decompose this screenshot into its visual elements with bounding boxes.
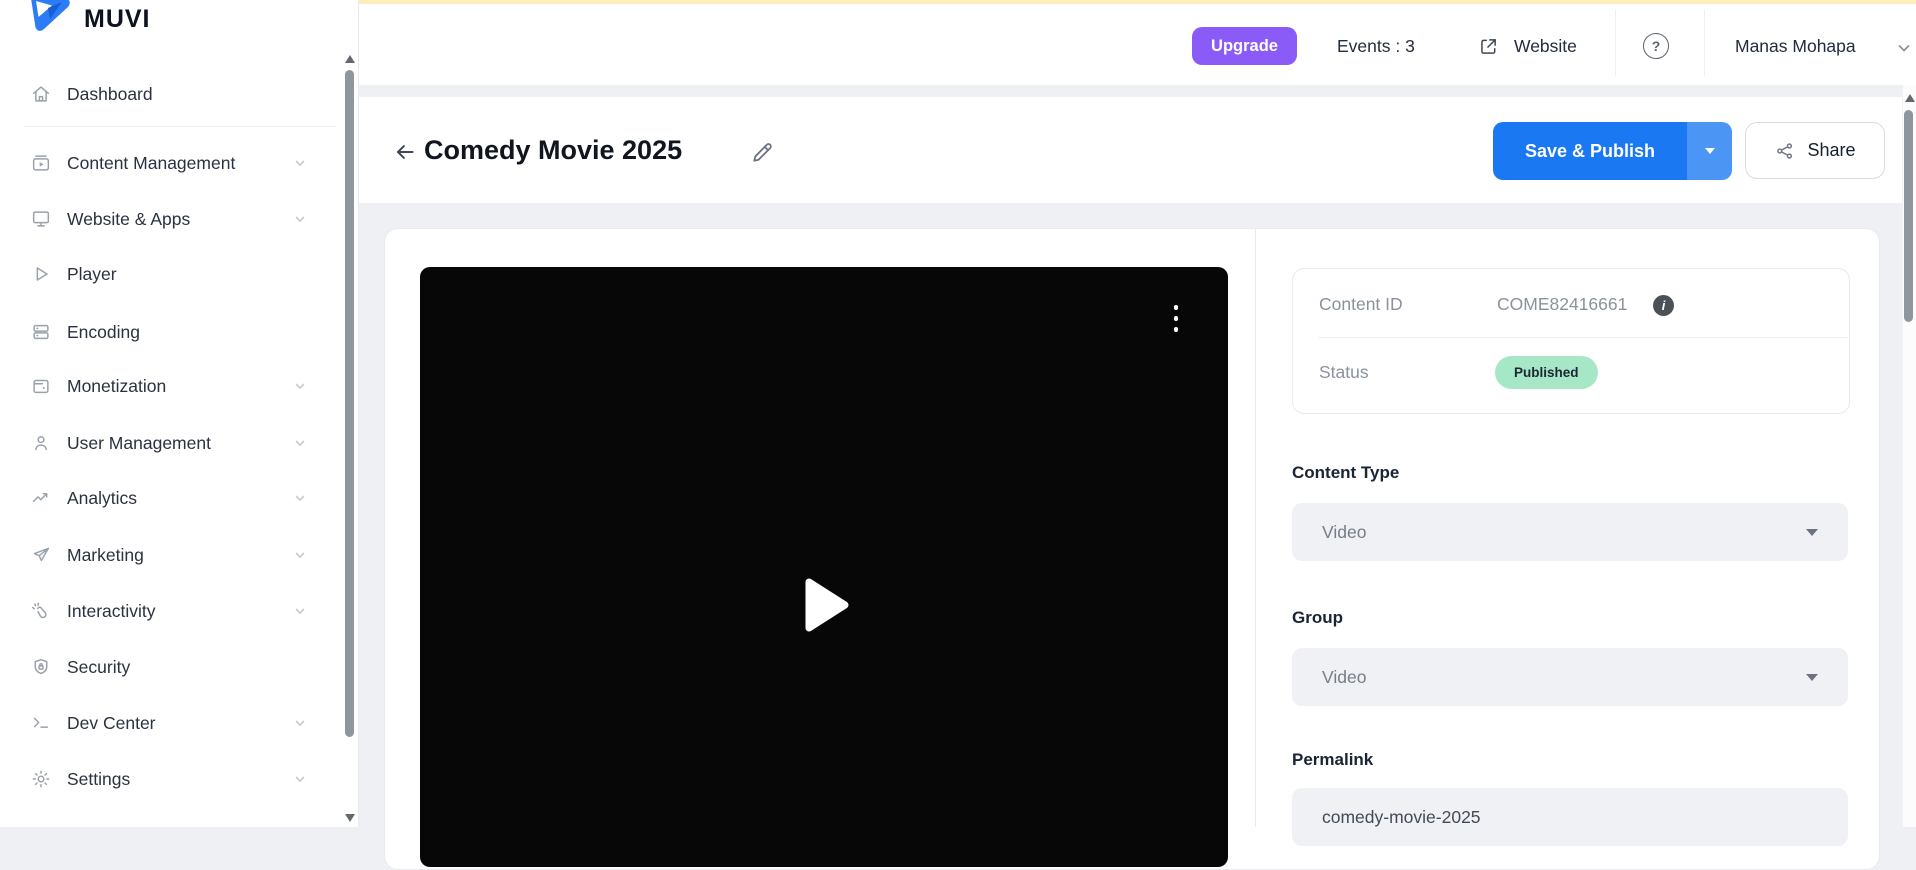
sidebar-item-marketing[interactable]: Marketing [30, 528, 330, 582]
sidebar-item-interactivity[interactable]: Interactivity [30, 584, 330, 638]
topbar-divider [1615, 10, 1616, 76]
sidebar-item-label: Player [67, 264, 117, 285]
group-value: Video [1322, 667, 1806, 688]
brand-logo[interactable]: MUVI [28, 0, 151, 36]
sidebar-item-content-management[interactable]: Content Management [30, 136, 330, 190]
content-info-card [1292, 268, 1850, 414]
content-video-icon [30, 152, 52, 174]
muvi-logo-icon [28, 0, 74, 36]
topbar-divider [1704, 10, 1705, 76]
sidebar-item-security[interactable]: Security [30, 640, 330, 694]
sidebar-scroll-up-arrow[interactable] [345, 55, 355, 63]
save-publish-button[interactable]: Save & Publish [1493, 122, 1687, 180]
sidebar-item-label: Interactivity [67, 601, 156, 622]
brand-name: MUVI [84, 5, 151, 34]
play-outline-icon [30, 263, 52, 285]
events-counter[interactable]: Events : 3 [1337, 35, 1415, 57]
content-id-label: Content ID [1319, 294, 1403, 315]
chevron-down-icon [294, 773, 306, 785]
sidebar-item-label: Analytics [67, 488, 137, 509]
chevron-down-icon [294, 549, 306, 561]
external-link-icon [1478, 36, 1499, 57]
person-icon [30, 432, 52, 454]
chevron-down-icon [294, 380, 306, 392]
content-id-value: COME82416661 [1497, 294, 1627, 315]
back-arrow-icon[interactable] [392, 139, 418, 165]
sidebar: MUVI Dashboard Content Management Websit… [0, 0, 359, 827]
group-select[interactable]: Video [1292, 648, 1848, 706]
chevron-down-icon [294, 492, 306, 504]
sidebar-item-player[interactable]: Player [30, 247, 330, 301]
save-publish-dropdown-button[interactable] [1687, 122, 1732, 180]
wallet-icon [30, 375, 52, 397]
sidebar-item-analytics[interactable]: Analytics [30, 471, 330, 525]
status-label: Status [1319, 362, 1369, 383]
sidebar-item-label: Dev Center [67, 713, 156, 734]
shield-lock-icon [30, 656, 52, 678]
sidebar-item-dev-center[interactable]: Dev Center [30, 696, 330, 750]
share-label: Share [1807, 140, 1855, 161]
topbar [358, 4, 1916, 86]
player-menu-icon[interactable] [1171, 305, 1181, 338]
sidebar-scrollbar-thumb[interactable] [345, 70, 354, 737]
edit-pencil-icon[interactable] [748, 139, 775, 166]
upgrade-button[interactable]: Upgrade [1192, 27, 1297, 65]
permalink-input[interactable] [1292, 788, 1848, 846]
gear-icon [30, 768, 52, 790]
info-icon[interactable]: i [1653, 295, 1674, 316]
sidebar-item-label: Website & Apps [67, 209, 190, 230]
caret-down-icon [1806, 674, 1818, 681]
user-menu[interactable]: Manas Mohapa [1735, 35, 1856, 57]
sidebar-divider [24, 126, 336, 127]
chevron-down-icon [294, 717, 306, 729]
sidebar-item-label: Marketing [67, 545, 144, 566]
sidebar-item-label: Encoding [67, 322, 140, 343]
content-type-value: Video [1322, 522, 1806, 543]
chevron-down-icon[interactable] [1896, 40, 1912, 56]
sidebar-item-dashboard[interactable]: Dashboard [30, 67, 330, 121]
sidebar-scroll-down-arrow[interactable] [345, 814, 355, 822]
play-button-icon[interactable] [803, 576, 851, 634]
sidebar-item-user-management[interactable]: User Management [30, 416, 330, 470]
sidebar-item-label: Dashboard [67, 84, 153, 105]
website-link[interactable]: Website [1514, 35, 1577, 57]
info-card-divider [1318, 337, 1848, 338]
content-type-select[interactable]: Video [1292, 503, 1848, 561]
chevron-down-icon [294, 213, 306, 225]
sidebar-item-monetization[interactable]: Monetization [30, 359, 330, 413]
content-type-label: Content Type [1292, 463, 1399, 483]
page-scrollbar-thumb[interactable] [1904, 110, 1913, 322]
panel-divider [1255, 229, 1256, 827]
permalink-label: Permalink [1292, 750, 1373, 770]
group-label: Group [1292, 608, 1343, 628]
sidebar-item-encoding[interactable]: Encoding [30, 305, 330, 359]
page-title: Comedy Movie 2025 [424, 135, 682, 166]
monitor-icon [30, 208, 52, 230]
share-button[interactable]: Share [1745, 122, 1885, 179]
video-player[interactable] [420, 267, 1228, 867]
sidebar-item-label: Monetization [67, 376, 166, 397]
share-nodes-icon [1774, 140, 1796, 162]
server-stack-icon [30, 321, 52, 343]
home-icon [30, 83, 52, 105]
chevron-down-icon [294, 605, 306, 617]
help-icon[interactable]: ? [1643, 33, 1669, 59]
snap-fingers-icon [30, 600, 52, 622]
sidebar-item-label: Settings [67, 769, 130, 790]
caret-down-icon [1806, 529, 1818, 536]
sidebar-item-label: Security [67, 657, 130, 678]
sidebar-item-label: Content Management [67, 153, 235, 174]
paper-plane-icon [30, 544, 52, 566]
status-badge: Published [1495, 356, 1598, 389]
chevron-down-icon [294, 437, 306, 449]
page-scroll-up-arrow[interactable] [1905, 94, 1915, 102]
chevron-down-icon [294, 157, 306, 169]
sidebar-item-settings[interactable]: Settings [30, 752, 330, 806]
caret-down-icon [1705, 148, 1715, 154]
terminal-icon [30, 712, 52, 734]
sidebar-item-label: User Management [67, 433, 211, 454]
trend-up-icon [30, 487, 52, 509]
sidebar-item-website-apps[interactable]: Website & Apps [30, 192, 330, 246]
